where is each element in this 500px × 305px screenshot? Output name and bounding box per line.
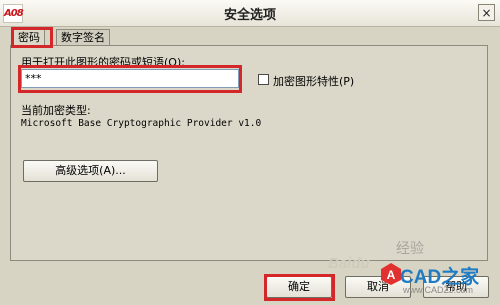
close-button[interactable]: × [478, 4, 495, 21]
highlight-ok-button [264, 274, 335, 301]
encrypt-properties-checkbox[interactable] [258, 74, 269, 85]
encryption-type-label: 当前加密类型: [21, 104, 91, 117]
baidu-watermark: Baidu [328, 255, 370, 272]
encrypt-properties-label: 加密图形特性(P) [273, 75, 355, 88]
cad-url-watermark: www.CADZJ.com [403, 285, 474, 295]
highlight-password-input [18, 65, 242, 93]
tab-digital-signature[interactable]: 数字签名 [56, 29, 110, 46]
highlight-tab-password [11, 27, 53, 48]
cad-logo-icon: A [381, 263, 401, 285]
dialog-title: 安全选项 [223, 8, 276, 23]
jingyan-watermark: 经验 [396, 240, 424, 256]
title-bar: A08 安全选项 × [0, 0, 500, 27]
cad-logo-letter: A [387, 268, 396, 282]
advanced-options-button[interactable]: 高级选项(A)... [23, 160, 158, 182]
encryption-provider-value: Microsoft Base Cryptographic Provider v1… [21, 118, 262, 129]
